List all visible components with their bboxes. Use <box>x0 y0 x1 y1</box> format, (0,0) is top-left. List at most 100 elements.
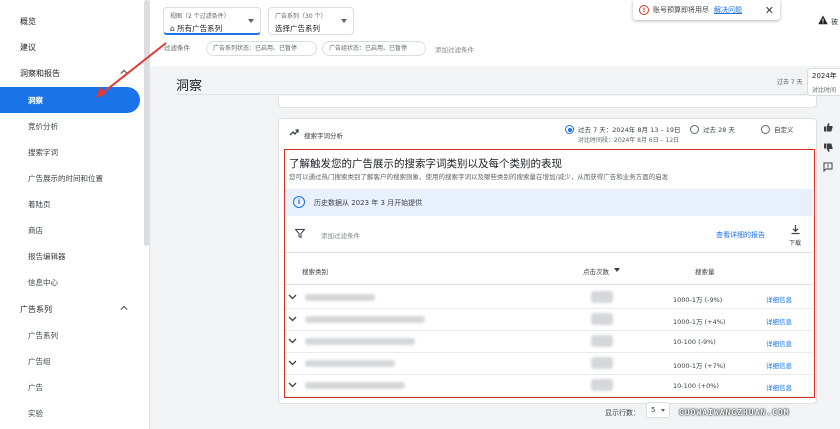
view-selector[interactable]: 视图（2 个过滤条件） ⌂ 所有广告系列 <box>163 7 261 35</box>
search-volume-cell: 1000-1万 (+7%) <box>673 362 726 370</box>
budget-notification: ! 账号预算即将用尽 解决问题 ✕ <box>633 0 780 20</box>
sidebar-item-overview[interactable]: 概览 <box>0 8 140 34</box>
table-row: 1000-1万 (-9%) 详细信息 <box>285 287 813 309</box>
radio-label: 过去 7 天：2024年 8月 13 – 19日 <box>578 126 681 134</box>
view-selector-label: 视图（2 个过滤条件） <box>170 13 230 20</box>
sidebar-item-when-where[interactable]: 广告展示的时间和位置 <box>0 165 140 191</box>
redacted-category <box>305 294 375 301</box>
info-banner-text: 历史数据从 2023 年 3 月开始提供 <box>314 199 423 207</box>
sidebar-item-search-terms[interactable]: 搜索字词 <box>0 139 140 165</box>
filter-chip-campaign-status[interactable]: 广告系列状态：已启用、已暂停 <box>206 41 317 56</box>
sidebar-item-report-editor[interactable]: 报告编辑器 <box>0 243 140 269</box>
view-detailed-report-link[interactable]: 查看详细的报告 <box>716 230 765 240</box>
radio-unselected-icon <box>690 125 699 134</box>
error-icon: ! <box>639 5 649 15</box>
warning-text: 被 <box>831 18 838 26</box>
sort-descending-icon[interactable] <box>614 268 620 272</box>
detail-link[interactable]: 详细信息 <box>766 294 792 304</box>
fix-issue-link[interactable]: 解决问题 <box>714 5 742 15</box>
radio-sublabel: 对比时间段：2024年 8月 6日 – 12日 <box>578 137 680 144</box>
table-row: 1000-1万 (+4%) 详细信息 <box>285 309 813 331</box>
table-row: 10-100 (-9%) 详细信息 <box>285 331 813 353</box>
radio-selected-icon <box>565 125 574 134</box>
sidebar-item-landing-pages[interactable]: 着陆页 <box>0 191 140 217</box>
rows-per-page-value: 5 <box>651 406 656 414</box>
chevron-down-icon[interactable] <box>288 382 297 388</box>
chevron-down-icon[interactable] <box>288 338 297 344</box>
trending-up-icon <box>289 129 299 136</box>
table-row: 10-100 (+0%) 详细信息 <box>285 375 813 397</box>
detail-link[interactable]: 详细信息 <box>766 316 792 326</box>
feedback-icon[interactable] <box>823 162 833 172</box>
sidebar-item-campaigns-group[interactable]: 广告系列 <box>0 296 140 322</box>
redacted-clicks <box>591 291 613 303</box>
thumbs-up-icon[interactable] <box>823 122 833 132</box>
sidebar-item-campaigns[interactable]: 广告系列 <box>0 322 140 348</box>
view-selector-value: 所有广告系列 <box>177 24 223 33</box>
filter-icon[interactable] <box>295 229 305 238</box>
previous-card <box>278 96 817 108</box>
sidebar-item-store[interactable]: 商店 <box>0 217 140 243</box>
sidebar-item-ads[interactable]: 广告 <box>0 374 140 400</box>
redacted-clicks <box>591 313 613 325</box>
add-filter-link[interactable]: 添加过滤条件 <box>435 44 474 54</box>
redacted-category <box>305 316 425 323</box>
radio-label: 自定义 <box>774 126 794 134</box>
sidebar-item-dashboards[interactable]: 信息中心 <box>0 269 140 295</box>
date-range-value: 2024年 <box>812 72 837 80</box>
date-compare-label: 对比时间 <box>812 87 837 94</box>
radio-custom[interactable]: 自定义 <box>761 124 794 134</box>
dropdown-arrow-icon <box>248 19 254 23</box>
search-volume-cell: 10-100 (-9%) <box>673 338 716 346</box>
redacted-clicks <box>591 335 613 347</box>
info-icon: i <box>293 196 305 208</box>
warning-icon <box>818 15 828 25</box>
campaign-selector-value: 选择广告系列 <box>275 24 320 33</box>
insight-description: 您可以通过热门搜索类别了解客户的搜索则象、使用的搜索字词以及哪些类别的搜索量在增… <box>289 173 669 181</box>
filter-chip-adgroup-status[interactable]: 广告组状态：已启用、已暂停 <box>322 41 426 56</box>
detail-link[interactable]: 详细信息 <box>766 382 792 392</box>
sidebar-item-auction-insights[interactable]: 竞价分析 <box>0 113 140 139</box>
redacted-category <box>305 382 405 389</box>
dropdown-arrow-icon <box>341 19 347 23</box>
rows-per-page-label: 显示行数： <box>605 409 640 417</box>
redacted-clicks <box>591 357 613 369</box>
download-label: 下载 <box>789 240 802 247</box>
divider <box>285 284 813 285</box>
rows-per-page-select[interactable]: 5 <box>646 402 670 418</box>
redacted-clicks <box>591 379 613 391</box>
search-volume-cell: 1000-1万 (-9%) <box>673 296 723 304</box>
chevron-down-icon[interactable] <box>288 360 297 366</box>
date-range-picker[interactable]: 2024年 对比时间 <box>807 68 840 96</box>
column-header-clicks[interactable]: 点击次数 <box>583 266 609 276</box>
insight-title: 了解触发您的广告展示的搜索字词类别以及每个类别的表现 <box>289 158 562 170</box>
campaign-selector[interactable]: 广告系列（30 个） 选择广告系列 <box>268 7 354 35</box>
radio-label: 过去 28 天 <box>703 126 735 134</box>
redacted-category <box>305 338 415 345</box>
column-header-category: 搜索类别 <box>302 268 328 276</box>
search-volume-cell: 10-100 (+0%) <box>673 382 719 390</box>
radio-last-28-days[interactable]: 过去 28 天 <box>690 124 735 134</box>
date-range-label: 过去 7 天 <box>777 79 803 86</box>
dropdown-arrow-icon <box>661 409 665 412</box>
sidebar-item-experiments[interactable]: 实验 <box>0 400 140 426</box>
close-icon[interactable]: ✕ <box>765 4 774 17</box>
card-title: 搜索字词分析 <box>304 132 343 140</box>
add-filter-input[interactable]: 添加过滤条件 <box>321 230 360 240</box>
radio-last-7-days[interactable]: 过去 7 天：2024年 8月 13 – 19日 对比时间段：2024年 8月 … <box>565 124 681 144</box>
detail-link[interactable]: 详细信息 <box>766 360 792 370</box>
chevron-down-icon[interactable] <box>288 294 297 300</box>
search-volume-cell: 1000-1万 (+4%) <box>673 318 726 326</box>
page-title: 洞察 <box>176 79 203 94</box>
download-icon[interactable] <box>790 224 801 235</box>
table-row: 1000-1万 (+7%) 详细信息 <box>285 353 813 375</box>
sidebar-scrollbar[interactable] <box>144 0 149 246</box>
divider <box>285 252 813 253</box>
chevron-up-icon <box>120 305 128 311</box>
divider <box>176 94 840 95</box>
sidebar-item-ad-groups[interactable]: 广告组 <box>0 348 140 374</box>
annotation-arrow-icon <box>96 42 167 98</box>
thumbs-down-icon[interactable] <box>823 143 833 153</box>
chevron-down-icon[interactable] <box>288 316 297 322</box>
detail-link[interactable]: 详细信息 <box>766 338 792 348</box>
